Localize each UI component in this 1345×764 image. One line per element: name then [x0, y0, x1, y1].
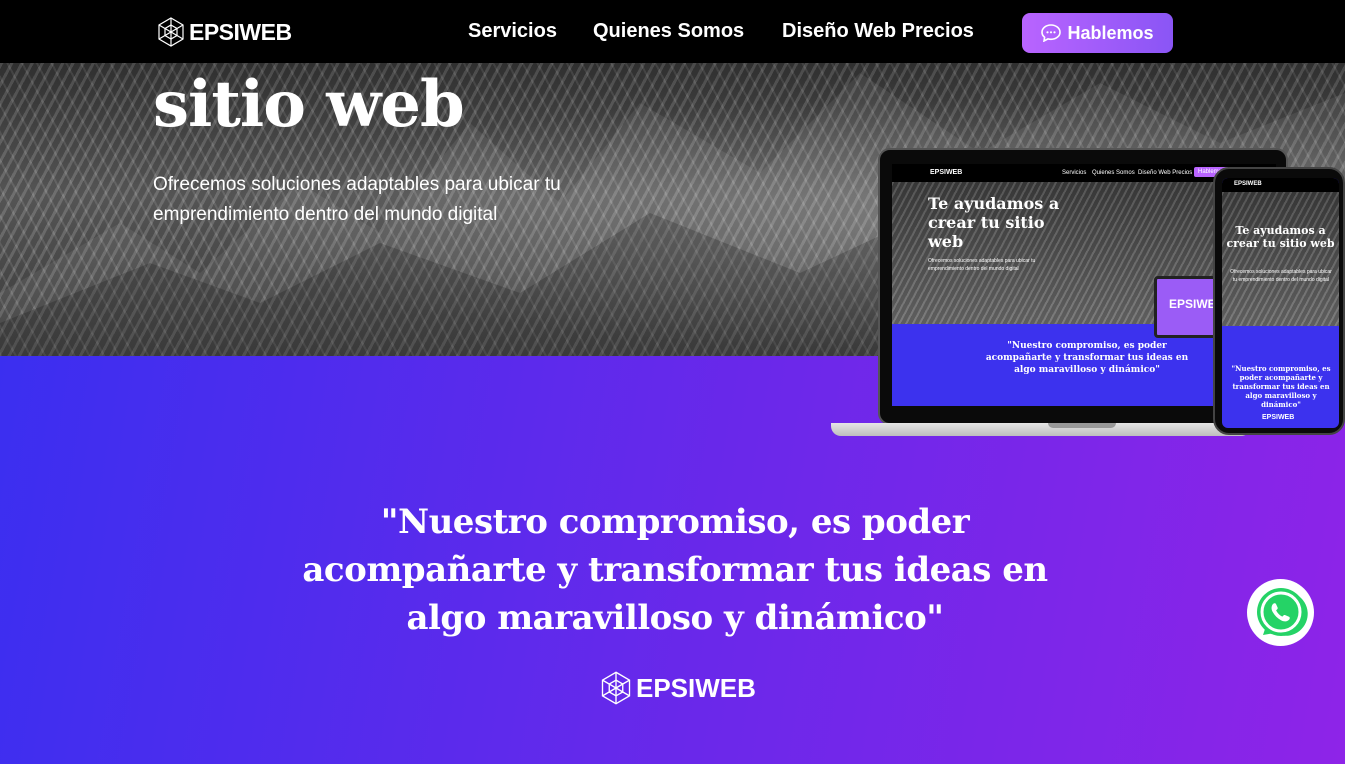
- logo-icon: [158, 17, 184, 47]
- nav-link-diseno-web-precios[interactable]: Diseño Web Precios: [782, 20, 974, 43]
- logo-icon: [601, 671, 631, 705]
- mockup-nav-precios: Diseño Web Precios: [1138, 170, 1193, 176]
- mockup-nav-quienes: Quienes Somos: [1092, 170, 1135, 176]
- footer-brand-name: EPSIWEB: [636, 672, 756, 703]
- mockup-title: Te ayudamos a crear tu sitio web: [928, 194, 1060, 251]
- hablemos-label: Hablemos: [1067, 22, 1154, 43]
- whatsapp-button[interactable]: [1247, 579, 1314, 646]
- phone-footer-brand: EPSIWEB: [1262, 414, 1295, 421]
- whatsapp-icon: [1256, 587, 1308, 636]
- nav-link-quienes-somos[interactable]: Quienes Somos: [593, 20, 744, 43]
- laptop-base: [831, 423, 1251, 436]
- hablemos-button[interactable]: Hablemos: [1022, 13, 1173, 53]
- phone-quote: "Nuestro compromiso, es poder acompañart…: [1231, 364, 1331, 409]
- mockup-brand: EPSIWEB: [930, 169, 963, 176]
- chat-icon: [1041, 24, 1062, 42]
- phone-title: Te ayudamos a crear tu sitio web: [1226, 224, 1335, 250]
- footer-brand: EPSIWEB: [598, 670, 756, 706]
- phone-subtitle: Ofrecemos soluciones adaptables para ubi…: [1230, 269, 1332, 283]
- mockup-nav-servicios: Servicios: [1062, 170, 1087, 176]
- phone-screen: EPSIWEB Te ayudamos a crear tu sitio web…: [1222, 178, 1339, 428]
- laptop-notch: [1048, 423, 1116, 428]
- navbar: EPSIWEB Servicios Quienes Somos Diseño W…: [0, 0, 1345, 63]
- phone-brand: EPSIWEB: [1234, 181, 1262, 187]
- mockup-quote: "Nuestro compromiso, es poder acompañart…: [985, 341, 1189, 375]
- phone-navbar: EPSIWEB: [1222, 178, 1339, 192]
- phone-mockup: EPSIWEB Te ayudamos a crear tu sitio web…: [1213, 167, 1345, 435]
- mission-quote: "Nuestro compromiso, es poder acompañart…: [302, 502, 1048, 638]
- phone-hero: [1222, 192, 1339, 326]
- hero-title: sitio web: [153, 67, 465, 142]
- hero-subtitle: Ofrecemos soluciones adaptables para ubi…: [153, 174, 561, 225]
- mockup-subtitle: Ofrecemos soluciones adaptables para ubi…: [928, 258, 1036, 272]
- brand-logo-link[interactable]: EPSIWEB: [155, 16, 292, 48]
- brand-name: EPSIWEB: [189, 18, 292, 45]
- nav-link-servicios[interactable]: Servicios: [468, 20, 557, 43]
